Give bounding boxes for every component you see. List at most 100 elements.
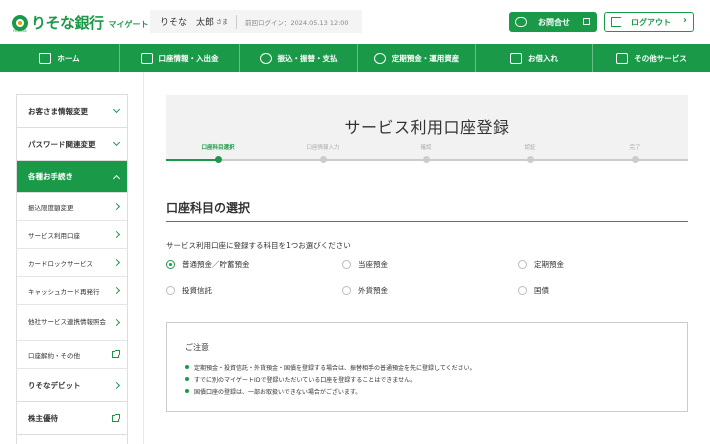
chevron-up-icon <box>112 174 121 182</box>
step-label: 認証 <box>524 145 536 151</box>
logo-text: りそな銀行 <box>31 14 104 32</box>
user-honorific: さま <box>216 19 229 26</box>
external-link-icon <box>112 350 120 358</box>
sidebar-item-customer-info[interactable]: お客さま情報変更 <box>17 95 127 128</box>
step-label: 確認 <box>420 145 432 151</box>
radio-label: 国債 <box>534 286 549 295</box>
sidebar-item-shareholder[interactable]: 株主優待 <box>17 402 127 435</box>
step-auth: 認証 <box>490 143 570 163</box>
divider <box>236 14 238 29</box>
chevron-right-icon <box>112 286 121 295</box>
radio-icon[interactable] <box>518 260 527 269</box>
step-dot <box>422 156 430 163</box>
sidebar-item-procedures[interactable]: 各種お手続き <box>17 161 127 193</box>
nav-label: 口座情報・入出金 <box>158 53 219 63</box>
chevron-right-icon <box>112 381 121 389</box>
sidebar-item-password[interactable]: パスワード関連変更 <box>17 128 127 161</box>
page-title: サービス利用口座登録 <box>344 118 510 137</box>
logo-subtitle: マイゲート <box>108 19 149 29</box>
step-complete: 完了 <box>595 143 675 163</box>
header: りそな銀行 マイゲート resona りそな 太郎 さま 前回ログイン：2024… <box>0 0 710 44</box>
chevron-down-icon <box>112 105 121 114</box>
nav-label: その他サービス <box>634 53 687 63</box>
home-icon <box>39 52 52 64</box>
piggy-bank-icon <box>373 52 386 64</box>
sidebar-item-label: 株主優待 <box>28 413 58 423</box>
step-dot <box>214 156 222 163</box>
sidebar-sub-card-lock[interactable]: カードロックサービス <box>17 249 127 277</box>
radio-icon[interactable] <box>342 286 351 295</box>
bank-icon <box>140 52 153 64</box>
radio-ordinary-savings[interactable]: 普通預金／貯蓄預金 <box>166 259 342 270</box>
sidebar-item-label: パスワード関連変更 <box>28 139 96 149</box>
user-name: りそな 太郎 <box>160 18 215 28</box>
logout-button[interactable]: ログアウト › <box>604 12 694 32</box>
sidebar-sub-label: キャッシュカード再発行 <box>28 287 100 296</box>
external-link-icon <box>112 413 120 422</box>
radio-row: 普通預金／貯蓄預金 当座預金 定期預金 <box>166 259 694 270</box>
radio-checking[interactable]: 当座預金 <box>342 259 518 270</box>
radio-row: 投資信託 外貨預金 国債 <box>166 285 694 296</box>
logo[interactable]: りそな銀行 マイゲート <box>12 12 149 33</box>
sidebar-item-label: お客さま情報変更 <box>28 106 88 116</box>
sidebar-sub-label: サービス利用口座 <box>28 231 80 240</box>
sidebar-item-debit[interactable]: りそなデビット <box>17 369 127 402</box>
nav-account-info[interactable]: 口座情報・入出金 <box>120 44 240 72</box>
step-dot <box>319 156 327 163</box>
notice-title: ご注意 <box>185 343 209 352</box>
nav-label: 振込・振替・支払 <box>277 53 338 63</box>
nav-transfer[interactable]: 振込・振替・支払 <box>240 44 358 72</box>
sidebar-sub-service-account[interactable]: サービス利用口座 <box>17 221 127 249</box>
chat-icon <box>515 17 527 27</box>
nav-deposit[interactable]: 定期預金・運用資産 <box>358 44 476 72</box>
radio-government-bond[interactable]: 国債 <box>518 285 694 296</box>
radio-time-deposit[interactable]: 定期預金 <box>518 259 694 270</box>
radio-label: 当座預金 <box>358 260 388 269</box>
content-divider <box>143 72 144 444</box>
progress-stepper: 口座科目選択 口座情報入力 確認 認証 完了 <box>166 143 688 168</box>
sidebar: お客さま情報変更 パスワード関連変更 各種お手続き 振込限度額変更 サービス利用… <box>16 94 128 444</box>
sidebar-sub-card-reissue[interactable]: キャッシュカード再発行 <box>17 277 127 305</box>
sidebar-sub-transfer-limit[interactable]: 振込限度額変更 <box>17 193 127 221</box>
grid-icon <box>616 52 629 64</box>
radio-icon[interactable] <box>166 286 175 295</box>
chevron-right-icon <box>112 230 121 239</box>
step-label: 口座科目選択 <box>201 145 235 151</box>
nav-other-services[interactable]: その他サービス <box>593 44 710 72</box>
nav-home[interactable]: ホーム <box>0 44 120 72</box>
nav-loan[interactable]: お借入れ <box>476 44 593 72</box>
radio-investment-trust[interactable]: 投資信託 <box>166 285 342 296</box>
step-label: 口座情報入力 <box>306 145 340 151</box>
radio-foreign-deposit[interactable]: 外貨預金 <box>342 285 518 296</box>
radio-label: 普通預金／貯蓄預金 <box>182 260 250 269</box>
step-dot <box>526 156 534 163</box>
radio-selected-icon[interactable] <box>166 260 175 269</box>
notice-item: すでに別のマイゲートIDで登録いただいている口座を登録することはできません。 <box>185 373 476 385</box>
step-confirm: 確認 <box>386 143 466 163</box>
transfer-icon <box>259 52 272 64</box>
sidebar-sub-partner-services[interactable]: 他社サービス連携情報照会 <box>17 305 127 341</box>
notice-list: 定期預金・投資信託・外貨預金・国債を登録する場合は、振替相手の普通預金を先に登録… <box>185 361 476 397</box>
sidebar-sub-label: カードロックサービス <box>28 259 93 268</box>
radio-label: 投資信託 <box>182 286 212 295</box>
chevron-right-icon: › <box>682 15 687 26</box>
chevron-right-icon <box>112 258 121 267</box>
nav-label: お借入れ <box>528 53 558 63</box>
step-account-info: 口座情報入力 <box>283 143 363 163</box>
chevron-right-icon <box>112 202 121 211</box>
last-login: 前回ログイン：2024.05.13 12:00 <box>245 18 349 27</box>
radio-icon[interactable] <box>342 260 351 269</box>
logout-label: ログアウト <box>631 17 671 27</box>
step-account-type: 口座科目選択 <box>178 143 258 163</box>
contact-button[interactable]: お問合せ <box>509 12 597 32</box>
contact-label: お問合せ <box>538 17 570 27</box>
radio-icon[interactable] <box>518 286 527 295</box>
sidebar-sub-account-closing[interactable]: 口座解約・その他 <box>17 341 127 369</box>
loan-icon <box>510 52 522 64</box>
section-underline <box>166 221 688 222</box>
sidebar-sub-label: 他社サービス連携情報照会 <box>28 318 106 326</box>
radio-label: 定期預金 <box>534 260 564 269</box>
notice-item: 国債口座の登録は、一部お取扱いできない場合がございます。 <box>185 385 476 397</box>
chevron-down-icon <box>112 138 121 147</box>
chevron-right-icon <box>112 318 121 327</box>
